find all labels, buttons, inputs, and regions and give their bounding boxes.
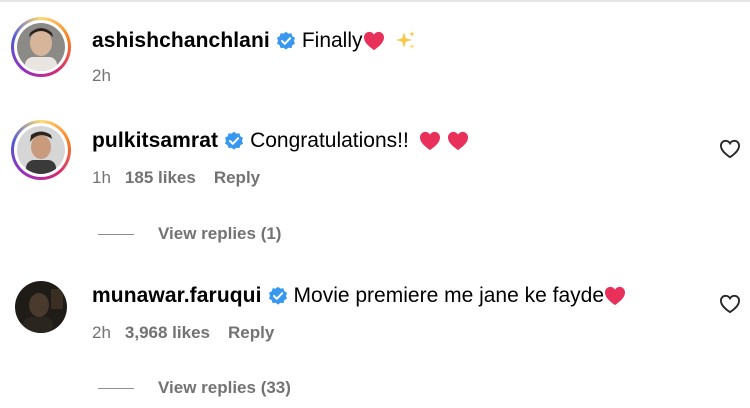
heart-emoji-icon	[419, 131, 441, 151]
avatar[interactable]	[15, 281, 67, 333]
view-replies-line	[98, 233, 134, 235]
heart-outline-icon[interactable]	[719, 294, 741, 314]
comment-username[interactable]: munawar.faruqui	[92, 283, 262, 309]
reply-button[interactable]: Reply	[228, 323, 274, 343]
view-replies-line	[98, 387, 134, 389]
view-replies-button[interactable]: View replies (1)	[98, 224, 281, 244]
avatar-photo	[17, 23, 65, 71]
comment-username[interactable]: ashishchanchlani	[92, 28, 270, 54]
avatar[interactable]	[11, 120, 71, 180]
heart-outline-icon[interactable]	[719, 139, 741, 159]
comment-text: Finally	[301, 29, 363, 52]
avatar[interactable]	[11, 17, 71, 77]
verified-badge-icon	[268, 286, 288, 306]
heart-emoji-icon	[604, 286, 626, 306]
heart-emoji-icon	[363, 31, 385, 51]
avatar-photo	[17, 126, 65, 174]
comment-text: Congratulations!!	[250, 129, 409, 152]
sparkles-emoji-icon	[395, 30, 417, 52]
comment-item: munawar.faruqui Movie premiere me jane k…	[0, 265, 750, 408]
comment-item: pulkitsamrat Congratulations!! 1h 185 li…	[0, 110, 750, 260]
view-replies-button[interactable]: View replies (33)	[98, 378, 291, 398]
comment-text: Movie premiere me jane ke fayde	[293, 284, 605, 307]
comment-timestamp: 2h	[92, 66, 111, 85]
likes-count[interactable]: 185 likes	[125, 168, 196, 188]
comment-timestamp: 1h	[92, 168, 111, 187]
comment-username[interactable]: pulkitsamrat	[92, 128, 218, 154]
view-replies-label: View replies (1)	[158, 224, 282, 243]
reply-button[interactable]: Reply	[214, 168, 260, 188]
view-replies-label: View replies (33)	[158, 378, 291, 397]
verified-badge-icon	[276, 31, 296, 51]
heart-emoji-icon	[447, 131, 469, 151]
comment-timestamp: 2h	[92, 323, 111, 342]
verified-badge-icon	[224, 131, 244, 151]
likes-count[interactable]: 3,968 likes	[125, 323, 210, 343]
comment-item: ashishchanchlani Finally 2h	[0, 0, 750, 100]
